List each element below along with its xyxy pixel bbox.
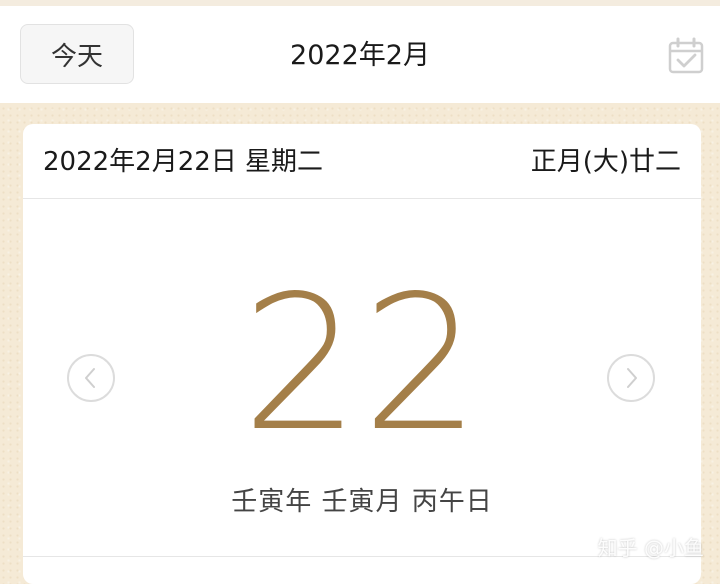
chevron-left-icon: [85, 368, 95, 388]
day-number: 22: [241, 255, 483, 472]
top-edge-strip: [0, 0, 720, 6]
top-bar: 今天 2022年2月: [0, 0, 720, 103]
lunar-date: 正月(大)廿二: [530, 147, 681, 177]
card-header: 2022年2月22日 星期二 正月(大)廿二: [23, 124, 701, 199]
calendar-check-icon[interactable]: [667, 37, 705, 75]
today-button[interactable]: 今天: [20, 24, 134, 84]
chevron-right-icon: [627, 368, 637, 388]
ganzhi-date: 壬寅年 壬寅月 丙午日: [231, 487, 493, 517]
next-day-button[interactable]: [607, 354, 655, 402]
watermark: 知乎 @小鱼: [597, 536, 704, 560]
prev-day-button[interactable]: [67, 354, 115, 402]
month-title[interactable]: 2022年2月: [210, 36, 510, 76]
solar-date: 2022年2月22日 星期二: [43, 147, 324, 177]
day-card: 2022年2月22日 星期二 正月(大)廿二 22 壬寅年 壬寅月 丙午日: [23, 124, 701, 584]
